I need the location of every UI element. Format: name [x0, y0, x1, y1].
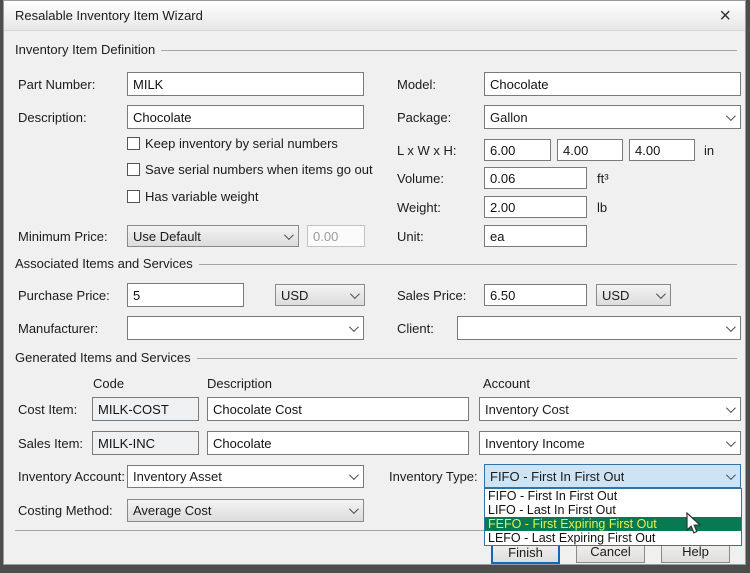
package-value: Gallon — [490, 110, 528, 125]
chevron-down-icon — [349, 322, 359, 332]
cost-item-account-value: Inventory Cost — [485, 402, 569, 417]
sales-price-input[interactable] — [484, 284, 587, 306]
minimum-price-amount-input — [307, 225, 365, 247]
has-variable-weight-row: Has variable weight — [127, 189, 258, 204]
description-input[interactable] — [127, 105, 364, 129]
section-title: Generated Items and Services — [15, 350, 191, 365]
section-associated-items: Associated Items and Services — [15, 255, 737, 271]
dimensions-unit-label: in — [704, 139, 714, 161]
dimensions-label: L x W x H: — [397, 139, 456, 161]
inventory-account-value: Inventory Asset — [133, 469, 222, 484]
purchase-currency-combobox[interactable]: USD — [275, 284, 365, 306]
has-variable-weight-label: Has variable weight — [145, 189, 258, 204]
description-column-header: Description — [207, 376, 272, 391]
section-title: Inventory Item Definition — [15, 42, 155, 57]
window-title: Resalable Inventory Item Wizard — [15, 8, 203, 23]
section-divider — [199, 264, 737, 265]
titlebar: Resalable Inventory Item Wizard × — [4, 1, 745, 31]
volume-label: Volume: — [397, 167, 444, 189]
save-serial-numbers-row: Save serial numbers when items go out — [127, 162, 373, 177]
keep-inventory-by-serial-numbers-row: Keep inventory by serial numbers — [127, 136, 338, 151]
costing-method-label: Costing Method: — [18, 499, 113, 522]
chevron-down-icon — [349, 504, 359, 514]
sales-price-label: Sales Price: — [397, 283, 466, 307]
cost-item-code-input[interactable] — [92, 397, 199, 421]
volume-input[interactable] — [484, 167, 587, 189]
minimum-price-label: Minimum Price: — [18, 225, 108, 247]
section-divider — [197, 358, 737, 359]
client-combobox[interactable] — [457, 316, 741, 340]
mouse-cursor-icon — [683, 512, 705, 536]
manufacturer-combobox[interactable] — [127, 316, 364, 340]
close-icon[interactable]: × — [715, 7, 735, 25]
package-combobox[interactable]: Gallon — [484, 105, 741, 129]
inventory-account-label: Inventory Account: — [18, 465, 125, 488]
manufacturer-label: Manufacturer: — [18, 316, 98, 340]
length-input[interactable] — [484, 139, 551, 161]
keep-inventory-checkbox[interactable] — [127, 137, 140, 150]
sales-currency-combobox[interactable]: USD — [596, 284, 671, 306]
cost-item-account-combobox[interactable]: Inventory Cost — [479, 397, 741, 421]
width-input[interactable] — [557, 139, 623, 161]
minimum-price-combobox[interactable]: Use Default — [127, 225, 299, 247]
model-input[interactable] — [484, 72, 741, 96]
unit-input[interactable] — [484, 225, 587, 247]
purchase-currency-value: USD — [281, 288, 308, 303]
save-serial-numbers-checkbox[interactable] — [127, 163, 140, 176]
resalable-inventory-item-wizard-dialog: Resalable Inventory Item Wizard × Invent… — [3, 0, 746, 565]
sales-item-account-combobox[interactable]: Inventory Income — [479, 431, 741, 455]
chevron-down-icon — [726, 437, 736, 447]
minimum-price-value: Use Default — [133, 229, 201, 244]
cost-item-description-input[interactable] — [207, 397, 469, 421]
section-title: Associated Items and Services — [15, 256, 193, 271]
weight-label: Weight: — [397, 196, 441, 218]
sales-item-description-input[interactable] — [207, 431, 469, 455]
weight-input[interactable] — [484, 196, 587, 218]
chevron-down-icon — [726, 403, 736, 413]
inventory-type-combobox[interactable]: FIFO - First In First Out — [484, 464, 741, 488]
dropdown-option-fifo[interactable]: FIFO - First In First Out — [485, 489, 741, 503]
sales-currency-value: USD — [602, 288, 629, 303]
chevron-down-icon — [350, 289, 360, 299]
chevron-down-icon — [726, 111, 736, 121]
unit-label: Unit: — [397, 225, 424, 247]
description-label: Description: — [18, 105, 87, 129]
keep-inventory-label: Keep inventory by serial numbers — [145, 136, 338, 151]
package-label: Package: — [397, 105, 451, 129]
inventory-account-combobox[interactable]: Inventory Asset — [127, 465, 364, 488]
save-serial-numbers-label: Save serial numbers when items go out — [145, 162, 373, 177]
chevron-down-icon — [284, 230, 294, 240]
chevron-down-icon — [656, 289, 666, 299]
client-label: Client: — [397, 316, 434, 340]
section-generated-items: Generated Items and Services — [15, 349, 737, 365]
section-inventory-item-definition: Inventory Item Definition — [15, 41, 737, 57]
purchase-price-label: Purchase Price: — [18, 283, 110, 307]
model-label: Model: — [397, 72, 436, 96]
height-input[interactable] — [629, 139, 695, 161]
part-number-input[interactable] — [127, 72, 364, 96]
account-column-header: Account — [483, 376, 530, 391]
has-variable-weight-checkbox[interactable] — [127, 190, 140, 203]
weight-unit-label: lb — [597, 196, 607, 218]
cost-item-label: Cost Item: — [18, 397, 77, 421]
costing-method-combobox[interactable]: Average Cost — [127, 499, 364, 522]
costing-method-value: Average Cost — [133, 503, 212, 518]
inventory-type-value: FIFO - First In First Out — [490, 469, 624, 484]
volume-unit-label: ft³ — [597, 167, 609, 189]
chevron-down-icon — [726, 322, 736, 332]
chevron-down-icon — [726, 470, 736, 480]
inventory-type-label: Inventory Type: — [389, 464, 478, 488]
sales-item-account-value: Inventory Income — [485, 436, 585, 451]
purchase-price-input[interactable] — [127, 283, 244, 307]
sales-item-code-input[interactable] — [92, 431, 199, 455]
part-number-label: Part Number: — [18, 72, 95, 96]
section-divider — [161, 50, 737, 51]
chevron-down-icon — [349, 470, 359, 480]
sales-item-label: Sales Item: — [18, 431, 83, 455]
code-column-header: Code — [93, 376, 124, 391]
